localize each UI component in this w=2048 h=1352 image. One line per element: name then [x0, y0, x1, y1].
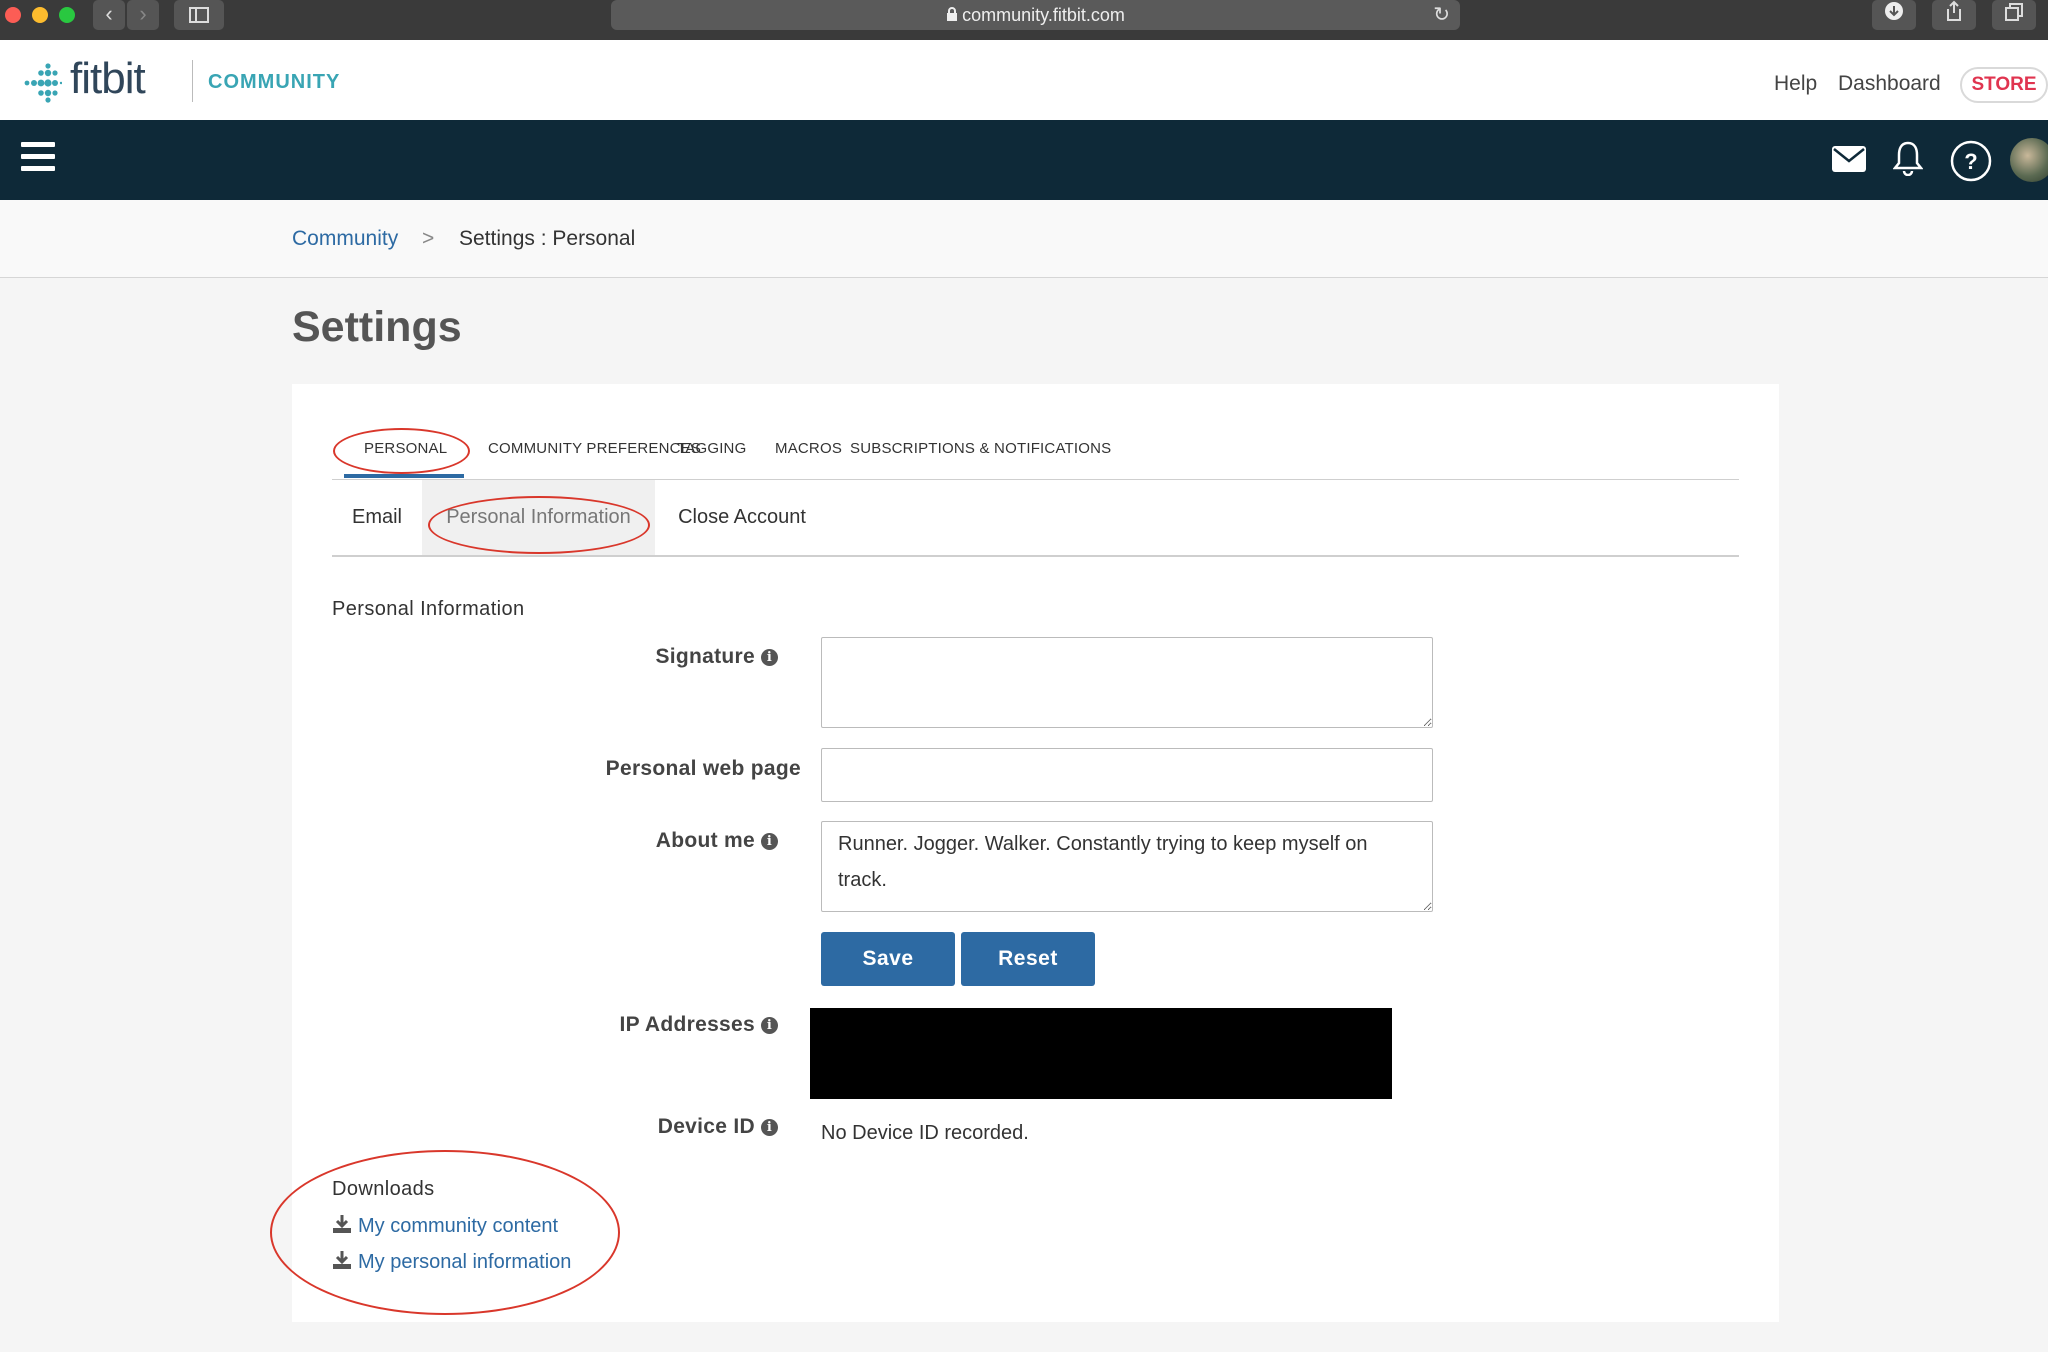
subtab-personal-information[interactable]: Personal Information [422, 480, 655, 555]
url-text: community.fitbit.com [962, 5, 1125, 25]
signature-field[interactable] [821, 637, 1433, 728]
ip-label: IP Addresses i [178, 1013, 778, 1037]
community-label[interactable]: COMMUNITY [208, 71, 340, 94]
store-button[interactable]: STORE [1960, 67, 2048, 103]
active-tab-indicator [344, 474, 464, 478]
chevron-left-icon: ‹ [105, 1, 113, 26]
help-link[interactable]: Help [1774, 72, 1817, 96]
fitbit-logo-text[interactable]: fitbit [70, 54, 146, 104]
sidebar-icon [189, 7, 209, 23]
tab-community-preferences[interactable]: COMMUNITY PREFERENCES [488, 440, 701, 457]
tab-overview-button[interactable] [1992, 0, 2036, 30]
breadcrumb-community-link[interactable]: Community [292, 227, 398, 251]
chevron-right-icon: › [139, 1, 147, 26]
settings-card: PERSONAL COMMUNITY PREFERENCES TAGGING M… [292, 384, 1779, 1322]
mail-icon[interactable] [1832, 146, 1866, 172]
community-navbar: ? [0, 120, 2048, 200]
reset-button[interactable]: Reset [961, 932, 1095, 986]
breadcrumb: Community > Settings : Personal [0, 200, 2048, 278]
breadcrumb-separator: > [422, 227, 435, 250]
downloads-title: Downloads [332, 1178, 435, 1200]
tab-subscriptions-notifications[interactable]: SUBSCRIPTIONS & NOTIFICATIONS [850, 440, 1111, 457]
avatar[interactable] [2010, 138, 2048, 182]
device-label: Device ID i [178, 1115, 778, 1139]
save-button[interactable]: Save [821, 932, 955, 986]
fitbit-logo-icon[interactable] [20, 62, 62, 104]
download-personal-information-link[interactable]: My personal information [332, 1250, 571, 1274]
site-header: fitbit COMMUNITY Help Dashboard STORE [0, 40, 2048, 120]
info-icon[interactable]: i [761, 833, 778, 850]
info-icon[interactable]: i [761, 1119, 778, 1136]
breadcrumb-current: Settings : Personal [459, 227, 636, 250]
subtab-email[interactable]: Email [332, 480, 422, 555]
reload-icon[interactable]: ↻ [1433, 0, 1450, 30]
forward-button[interactable]: › [127, 0, 159, 30]
share-icon [1947, 0, 1961, 21]
browser-toolbar: ‹ › community.fitbit.com ↻ [0, 0, 2048, 40]
about-label: About me i [178, 829, 778, 853]
tabs-icon [2005, 3, 2023, 21]
address-bar[interactable]: community.fitbit.com ↻ [611, 0, 1460, 30]
webpage-field[interactable] [821, 748, 1433, 802]
bell-icon[interactable] [1893, 140, 1923, 176]
settings-subtabs: Email Personal Information Close Account [332, 480, 1739, 557]
webpage-label: Personal web page [605, 757, 801, 780]
tab-macros[interactable]: MACROS [775, 440, 842, 457]
menu-icon[interactable] [21, 142, 55, 172]
tab-tagging[interactable]: TAGGING [677, 440, 746, 457]
back-button[interactable]: ‹ [93, 0, 125, 30]
lock-icon [946, 0, 958, 30]
logo-divider [192, 60, 193, 102]
share-button[interactable] [1932, 0, 1976, 30]
tab-personal[interactable]: PERSONAL [364, 440, 447, 457]
zoom-window-button[interactable] [59, 7, 75, 23]
downloads-button[interactable] [1872, 0, 1916, 30]
close-window-button[interactable] [5, 7, 21, 23]
signature-label: Signature i [178, 645, 778, 669]
download-icon [333, 1251, 351, 1269]
download-community-content-link[interactable]: My community content [332, 1214, 558, 1238]
redacted-block [810, 1008, 1392, 1099]
download-icon [1885, 2, 1903, 20]
subtab-close-account[interactable]: Close Account [662, 480, 822, 555]
info-icon[interactable]: i [761, 1017, 778, 1034]
page-title: Settings [292, 303, 462, 351]
about-field[interactable]: Runner. Jogger. Walker. Constantly tryin… [821, 821, 1433, 912]
minimize-window-button[interactable] [32, 7, 48, 23]
download-icon [333, 1215, 351, 1233]
svg-text:?: ? [1964, 149, 1977, 174]
settings-tabs: PERSONAL COMMUNITY PREFERENCES TAGGING M… [332, 384, 1739, 480]
device-id-value: No Device ID recorded. [821, 1122, 1029, 1144]
section-title: Personal Information [332, 598, 525, 620]
info-icon[interactable]: i [761, 649, 778, 666]
dashboard-link[interactable]: Dashboard [1838, 72, 1941, 96]
sidebar-toggle-button[interactable] [174, 0, 224, 30]
help-icon[interactable]: ? [1950, 140, 1992, 182]
